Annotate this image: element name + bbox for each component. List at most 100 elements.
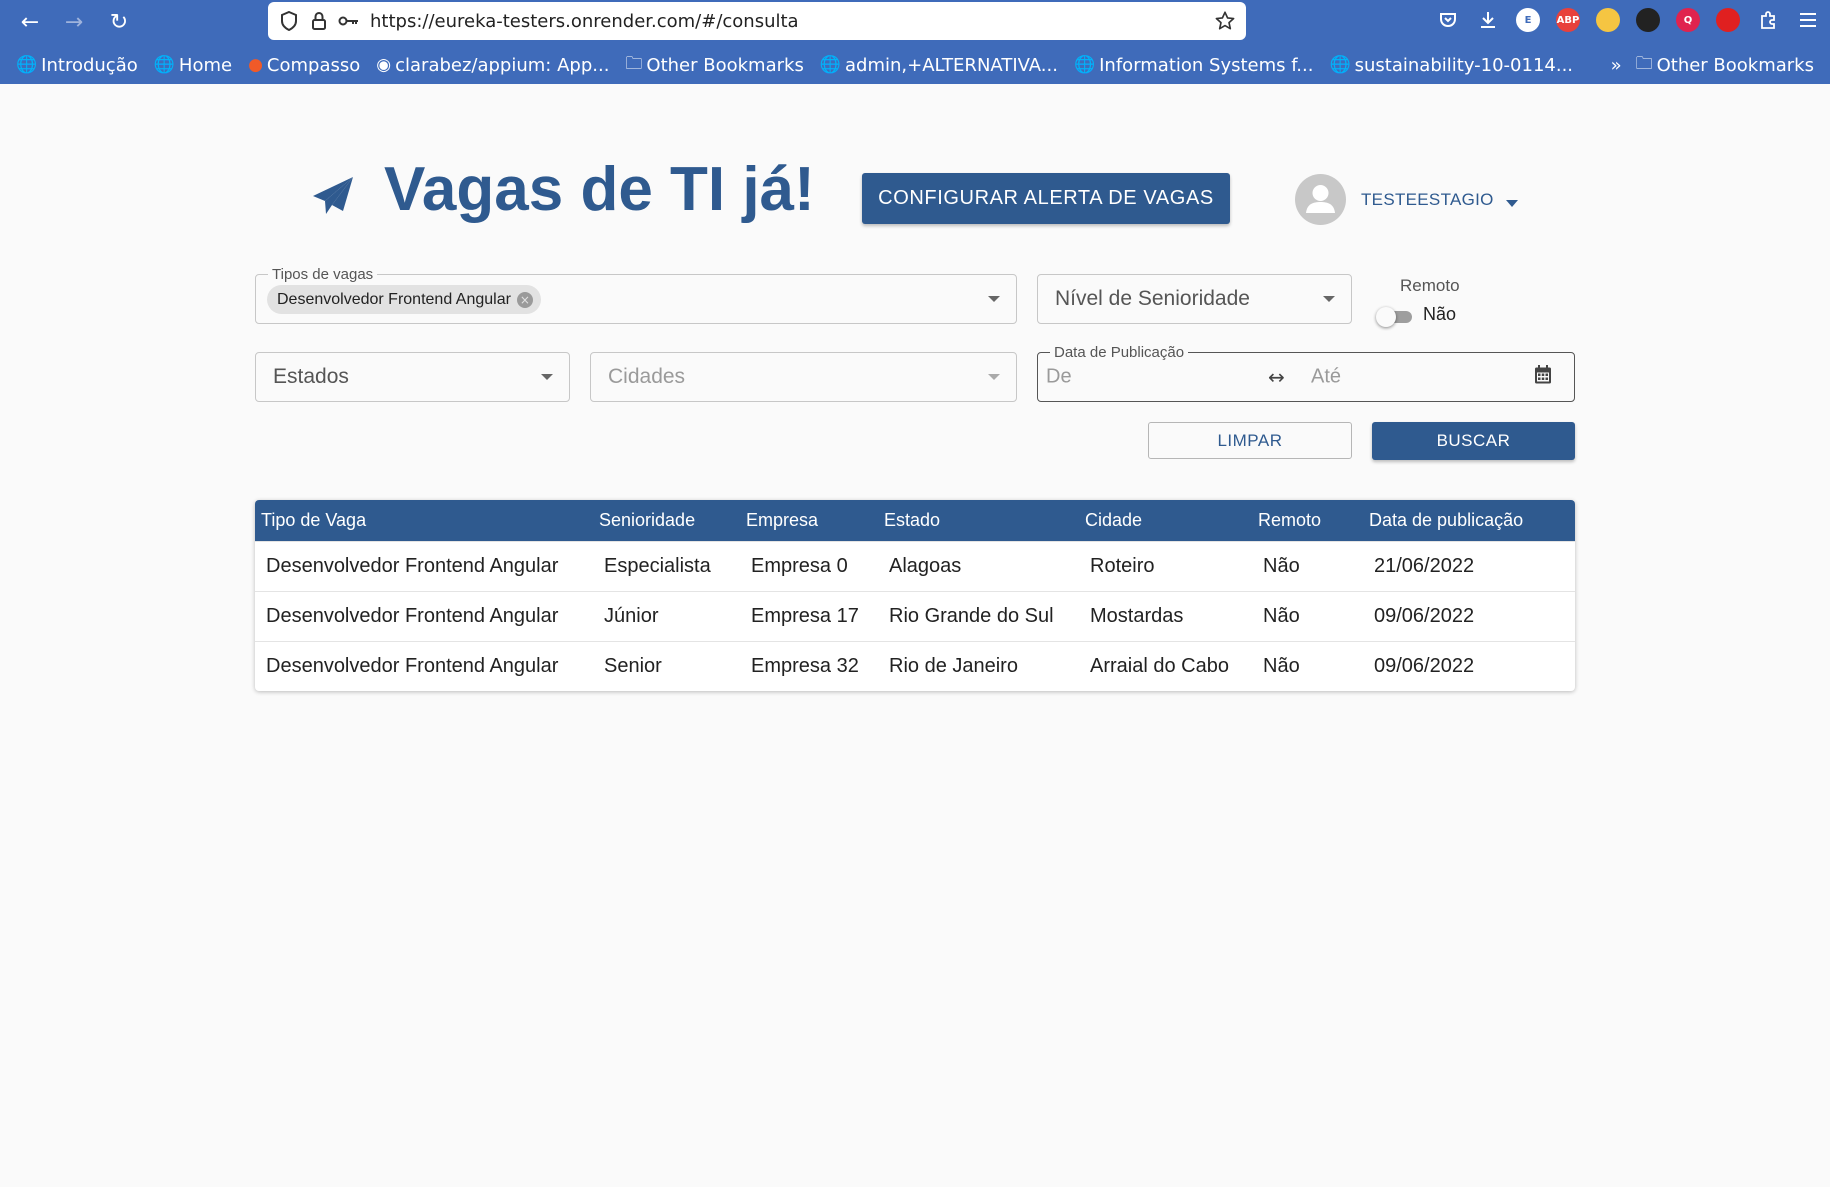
dropdown-arrow-icon[interactable] (1323, 296, 1335, 302)
seniority-select[interactable]: Nível de Senioridade (1037, 274, 1352, 324)
globe-icon: 🌐 (1329, 55, 1351, 75)
configure-alert-button[interactable]: CONFIGURAR ALERTA DE VAGAS (862, 173, 1230, 224)
bookmark-item[interactable]: 🌐 Introdução (16, 55, 138, 76)
cell-cidade: Mostardas (1079, 590, 1252, 641)
download-icon[interactable] (1476, 8, 1500, 32)
username[interactable]: TESTEESTAGIO (1361, 190, 1494, 210)
avatar[interactable] (1295, 174, 1346, 225)
address-bar[interactable]: https://eureka-testers.onrender.com/#/co… (268, 2, 1246, 40)
bookmark-item[interactable]: 🌐 Home (154, 55, 232, 76)
cell-cidade: Roteiro (1079, 540, 1252, 591)
column-header-senioridade: Senioridade (599, 509, 696, 530)
cell-estado: Alagoas (878, 540, 1079, 591)
remote-value: Não (1423, 304, 1457, 324)
cities-select[interactable]: Cidades (590, 352, 1017, 402)
extension-dark-icon[interactable] (1636, 8, 1660, 32)
dropdown-arrow-icon[interactable] (988, 374, 1000, 380)
bookmark-label: Home (178, 54, 233, 76)
cities-placeholder: Cidades (608, 365, 686, 388)
lock-icon[interactable] (304, 6, 334, 36)
toggle-thumb[interactable] (1376, 307, 1396, 327)
globe-icon: 🌐 (153, 55, 175, 75)
chevron-down-icon[interactable] (1505, 195, 1518, 210)
cell-senioridade: Senior (593, 640, 740, 691)
adblock-plus-icon[interactable]: ABP (1556, 8, 1580, 32)
extensions-toolbar: E ABP Q (1436, 8, 1820, 32)
column-header-estado: Estado (884, 509, 941, 530)
dropdown-arrow-icon[interactable] (541, 374, 553, 380)
cell-empresa: Empresa 32 (740, 640, 878, 691)
job-type-select[interactable]: Tipos de vagas Desenvolvedor Frontend An… (255, 266, 1017, 324)
extensions-puzzle-icon[interactable] (1756, 8, 1780, 32)
cell-remoto: Não (1252, 590, 1363, 641)
remote-label: Remoto (1400, 276, 1460, 295)
ublock-icon[interactable] (1716, 8, 1740, 32)
date-to-input[interactable]: Até (1311, 366, 1341, 389)
table-row[interactable]: Desenvolvedor Frontend Angular Especiali… (255, 540, 1575, 591)
publication-date-range[interactable]: Data de Publicação De ↔ Até (1037, 344, 1575, 402)
column-header-remoto: Remoto (1258, 509, 1322, 530)
bookmark-label: Introdução (41, 54, 138, 76)
bookmark-item[interactable]: ◉ clarabez/appium: App... (376, 55, 609, 76)
globe-icon: 🌐 (819, 55, 841, 75)
globe-icon: 🌐 (1073, 55, 1096, 75)
states-select[interactable]: Estados (255, 352, 570, 402)
bookmark-item[interactable]: ● Compasso (248, 55, 360, 76)
folder-icon: 🗀 (625, 53, 643, 74)
cell-remoto: Não (1252, 540, 1363, 591)
extension-red-q-icon[interactable]: Q (1676, 8, 1700, 32)
cell-data: 09/06/2022 (1363, 640, 1575, 691)
dropdown-arrow-icon[interactable] (988, 296, 1000, 302)
cell-remoto: Não (1252, 640, 1363, 691)
remote-toggle[interactable] (1376, 305, 1416, 327)
pocket-icon[interactable] (1436, 8, 1460, 32)
job-type-label: Tipos de vagas (268, 266, 378, 283)
other-bookmarks-folder[interactable]: 🗀 Other Bookmarks (1636, 51, 1814, 80)
user-menu[interactable]: TESTEESTAGIO (1295, 174, 1518, 225)
cell-data: 09/06/2022 (1363, 590, 1575, 641)
bookmark-star-icon[interactable] (1210, 6, 1240, 36)
table-header-row: Tipo de Vaga Senioridade Empresa Estado … (255, 500, 1575, 541)
bookmark-label: clarabez/appium: App... (395, 54, 610, 76)
chevron-double-right-icon[interactable]: » (1611, 55, 1622, 76)
cell-senioridade: Júnior (593, 590, 740, 641)
cell-tipo: Desenvolvedor Frontend Angular (255, 540, 593, 591)
reload-icon[interactable]: ↻ (103, 6, 135, 38)
table-row[interactable]: Desenvolvedor Frontend Angular Senior Em… (255, 640, 1575, 691)
cell-empresa: Empresa 0 (740, 540, 878, 591)
bookmarks-overflow: » 🗀 Other Bookmarks (1611, 48, 1814, 82)
folder-icon: 🗀 (1635, 53, 1653, 74)
shield-icon[interactable] (274, 6, 304, 36)
cell-estado: Rio Grande do Sul (878, 590, 1079, 641)
user-avatar-icon (1306, 185, 1335, 213)
table-row[interactable]: Desenvolvedor Frontend Angular Júnior Em… (255, 590, 1575, 641)
back-arrow-icon[interactable]: ← (14, 6, 46, 38)
extension-emoji-icon[interactable] (1596, 8, 1620, 32)
clear-button[interactable]: LIMPAR (1148, 422, 1352, 459)
bookmark-item[interactable]: 🌐 Information Systems f... (1074, 55, 1314, 76)
key-icon[interactable] (334, 6, 364, 36)
states-placeholder: Estados (273, 365, 349, 388)
seniority-placeholder: Nível de Senioridade (1055, 287, 1250, 310)
chip-remove-icon[interactable]: × (516, 291, 533, 308)
results-table: Tipo de Vaga Senioridade Empresa Estado … (255, 500, 1575, 691)
forward-arrow-icon[interactable]: → (58, 6, 90, 38)
search-button[interactable]: BUSCAR (1372, 422, 1575, 460)
bookmark-item[interactable]: 🗀 Other Bookmarks (625, 51, 803, 80)
globe-icon: 🌐 (16, 55, 38, 75)
bookmarks-bar: 🌐 Introdução 🌐 Home ● Compasso ◉ clarabez/appiu… (0, 48, 1830, 82)
url-text[interactable]: https://eureka-testers.onrender.com/#/co… (370, 11, 1210, 32)
column-header-empresa: Empresa (746, 509, 819, 530)
cell-cidade: Arraial do Cabo (1079, 640, 1252, 691)
bookmark-label: Other Bookmarks (646, 54, 804, 76)
bookmark-item[interactable]: 🌐 sustainability-10-0114... (1329, 55, 1573, 76)
bookmark-item[interactable]: 🌐 admin,+ALTERNATIVA... (820, 55, 1058, 76)
job-type-chip: Desenvolvedor Frontend Angular × (267, 285, 541, 314)
bookmark-label: Other Bookmarks (1656, 54, 1814, 76)
column-header-tipo: Tipo de Vaga (261, 509, 367, 530)
menu-icon[interactable] (1796, 8, 1820, 32)
cell-tipo: Desenvolvedor Frontend Angular (255, 590, 593, 641)
calendar-icon[interactable] (1534, 365, 1552, 390)
extension-e-icon[interactable]: E (1516, 8, 1540, 32)
date-from-input[interactable]: De (1046, 366, 1072, 389)
